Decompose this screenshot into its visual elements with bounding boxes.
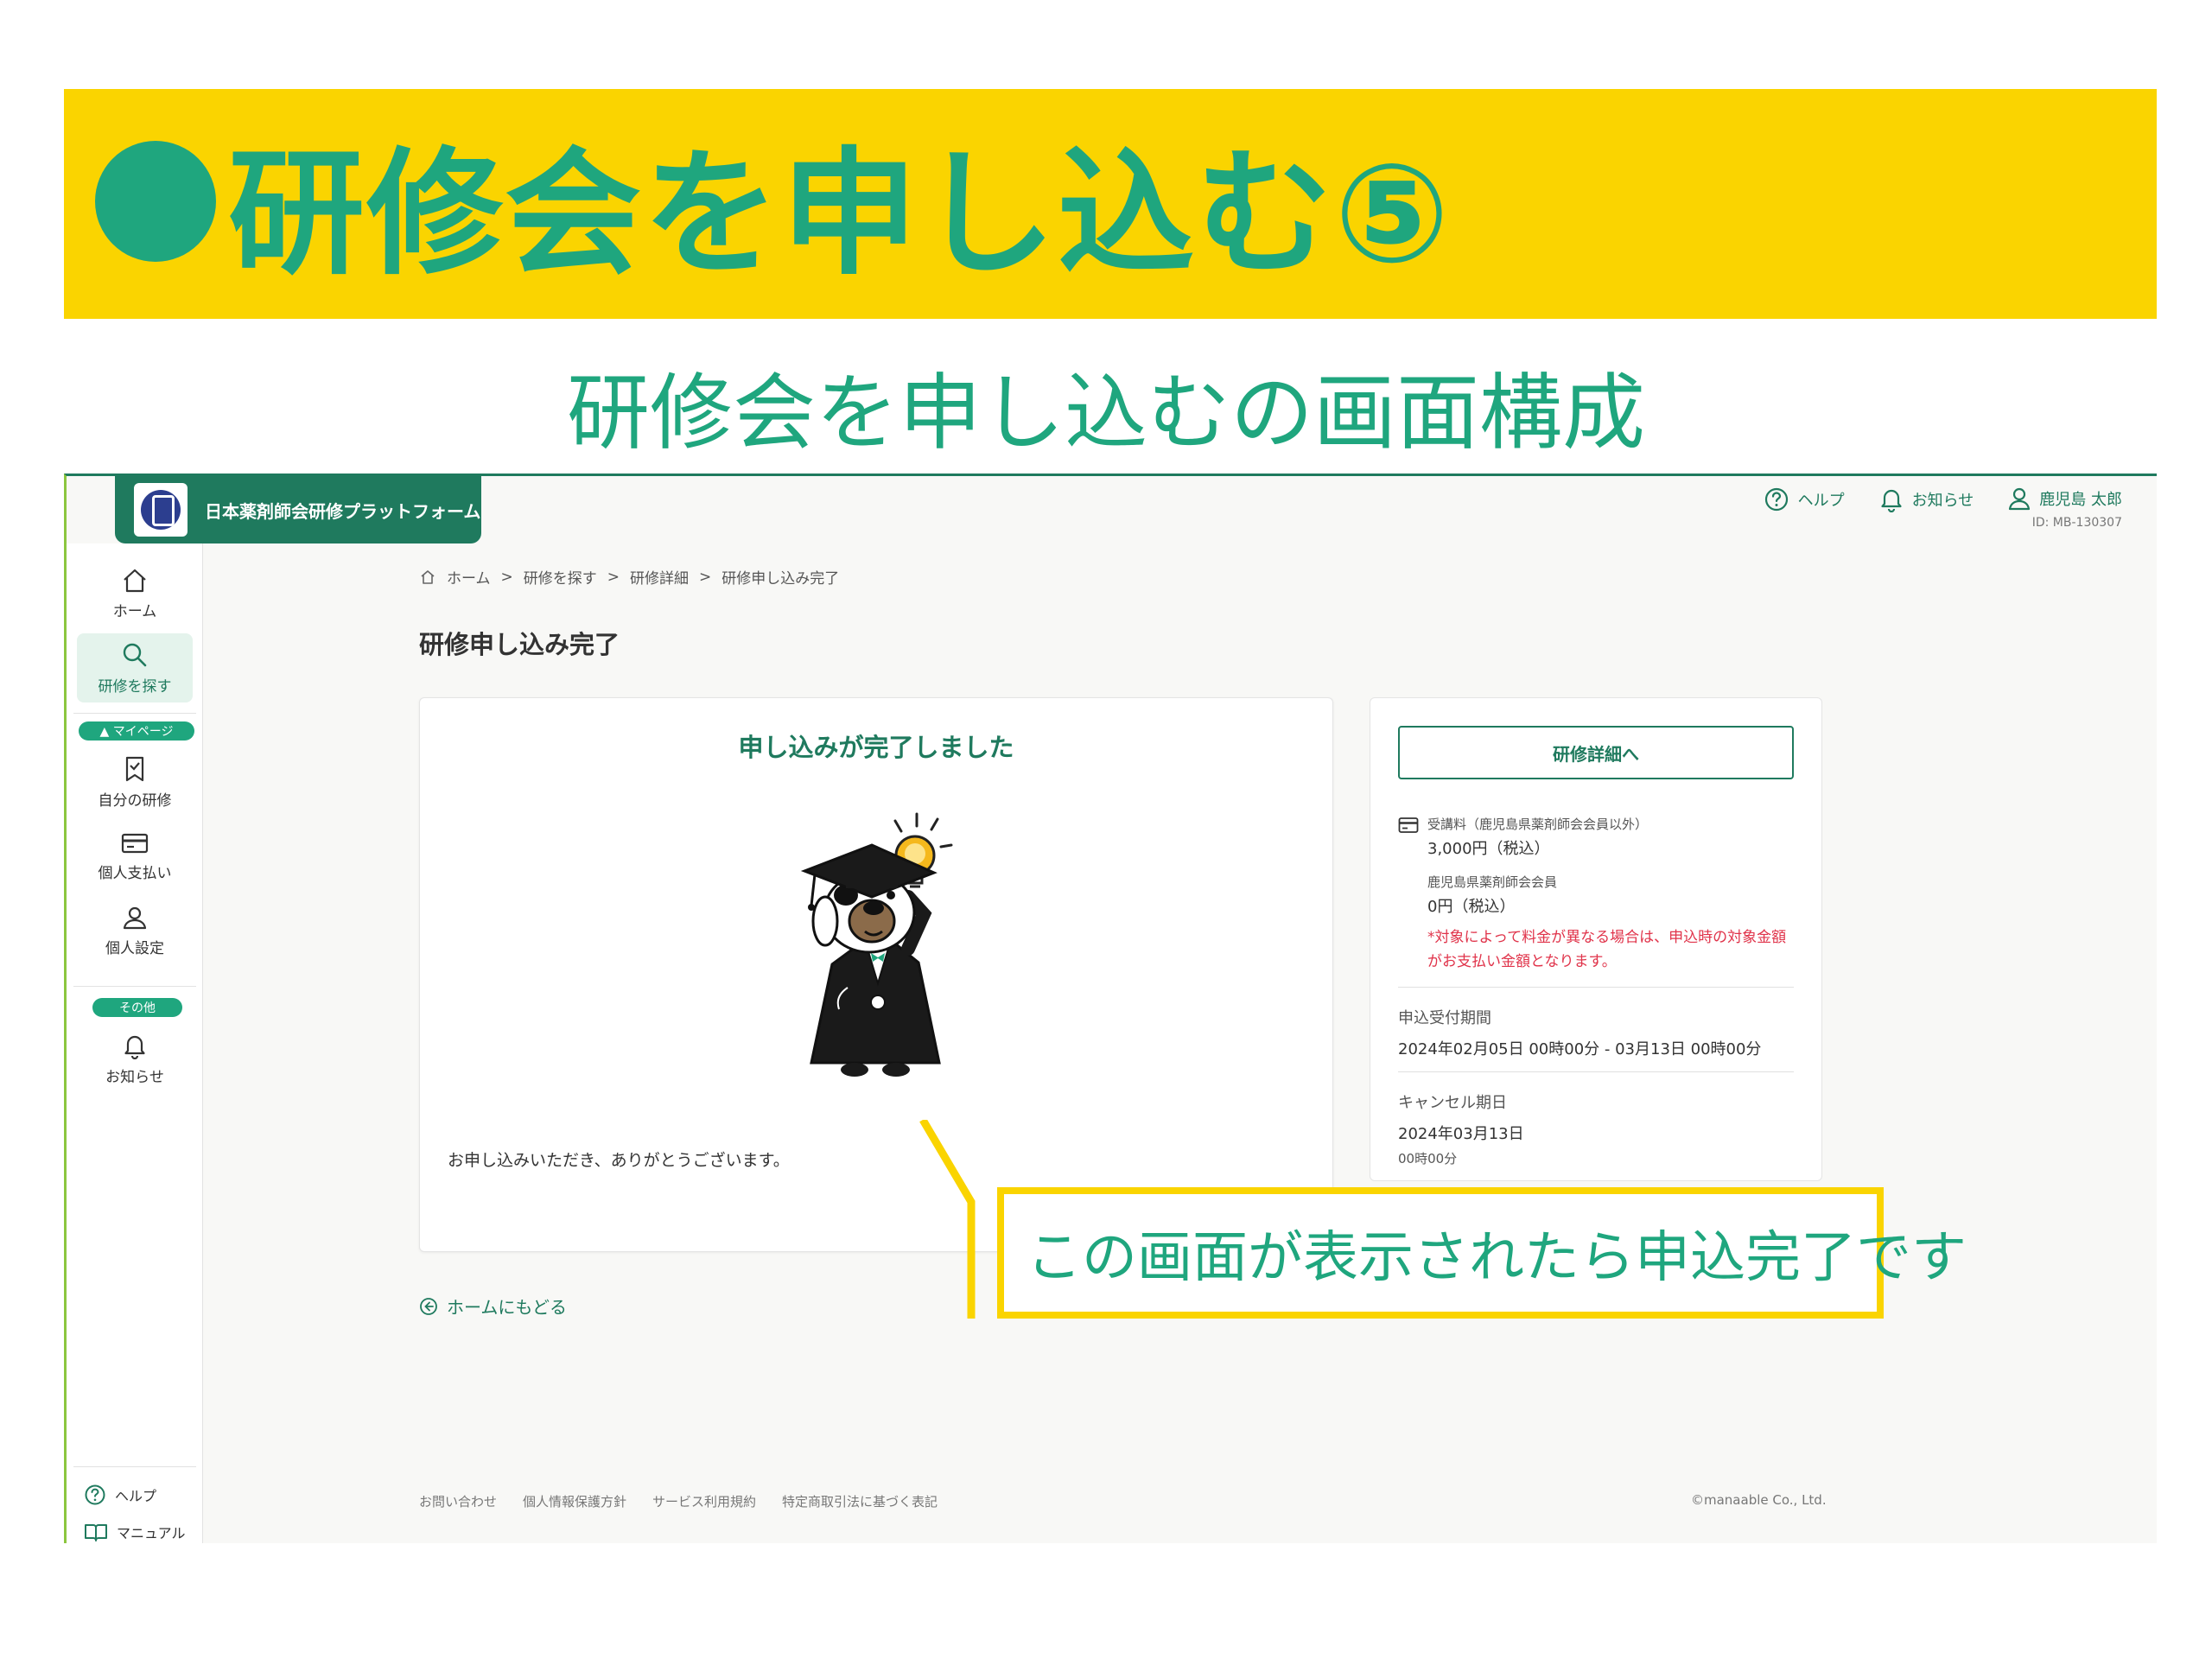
user-icon	[123, 906, 147, 929]
slide-title-text: 研修会を申し込む⑤	[228, 134, 1452, 294]
sidebar-manual-link[interactable]: マニュアル	[84, 1522, 186, 1542]
sidebar-help-link[interactable]: ヘルプ	[84, 1484, 156, 1506]
arrow-left-circle-icon	[420, 1297, 437, 1315]
slide-banner: 研修会を申し込む⑤	[64, 89, 2157, 319]
help-link[interactable]: ヘルプ	[1764, 486, 1845, 512]
sidebar-manual-label: マニュアル	[117, 1525, 186, 1541]
divider	[1398, 987, 1794, 988]
fee-label-member: 鹿児島県薬剤師会会員	[1427, 874, 1558, 890]
mypage-section-label[interactable]: ▲ マイページ	[79, 721, 194, 741]
back-home-label: ホームにもどる	[447, 1297, 567, 1318]
sidebar-item-label: 研修を探す	[98, 677, 172, 696]
footer-links: お問い合わせ 個人情報保護方針 サービス利用規約 特定商取引法に基づく表記	[419, 1492, 938, 1510]
sidebar-divider	[73, 713, 196, 714]
home-icon	[124, 569, 146, 592]
sidebar-item-label: ホーム	[112, 602, 157, 620]
user-id: ID: MB-130307	[2031, 516, 2122, 530]
user-menu[interactable]: 鹿児島 太郎 ID: MB-130307	[2008, 486, 2122, 530]
sidebar-item-home[interactable]: ホーム	[77, 559, 193, 628]
cancel-deadline-date: 2024年03月13日	[1398, 1125, 1524, 1143]
fee-info: 受講料（鹿児島県薬剤師会会員以外） 3,000円（税込） 鹿児島県薬剤師会会員 …	[1398, 815, 1794, 974]
bell-icon	[1881, 489, 1902, 512]
completion-card: 申し込みが完了しました お申し込みいただき、ありがとうございます。	[419, 697, 1333, 1252]
bullet-dot-icon	[95, 141, 216, 262]
home-icon	[421, 569, 435, 584]
training-detail-button[interactable]: 研修詳細へ	[1398, 726, 1794, 779]
thank-you-message: お申し込みいただき、ありがとうございます。	[448, 1151, 790, 1170]
search-icon	[123, 643, 147, 666]
sidebar-item-news[interactable]: お知らせ	[77, 1024, 193, 1093]
news-label: お知らせ	[1911, 492, 1974, 510]
sidebar: ホーム 研修を探す ▲ マイページ 自分の研修 個人支払い 個人設定 その他 お…	[67, 543, 203, 1543]
breadcrumb-separator: >	[699, 568, 712, 586]
cancel-deadline-time: 00時00分	[1398, 1151, 1458, 1166]
sidebar-item-label: 個人設定	[105, 939, 164, 957]
sidebar-item-my-training[interactable]: 自分の研修	[77, 747, 193, 817]
footer-link-contact[interactable]: お問い合わせ	[419, 1492, 497, 1510]
callout-text: この画面が表示されたら申込完了です	[1027, 1226, 1967, 1290]
breadcrumb-detail[interactable]: 研修詳細	[630, 566, 689, 588]
help-label: ヘルプ	[1797, 492, 1845, 510]
back-home-link[interactable]: ホームにもどる	[419, 1294, 567, 1319]
association-emblem-icon	[134, 483, 188, 537]
book-icon	[85, 1524, 107, 1541]
breadcrumb-separator: >	[500, 568, 513, 586]
platform-logo[interactable]: 日本薬剤師会研修プラットフォーム	[115, 476, 481, 543]
sidebar-item-label: 自分の研修	[98, 791, 172, 810]
copyright: ©manaable Co., Ltd.	[1691, 1492, 1827, 1508]
fee-label-non-member: 受講料（鹿児島県薬剤師会会員以外）	[1427, 817, 1649, 832]
completion-heading: 申し込みが完了しました	[738, 733, 1014, 762]
bookmark-check-icon	[125, 756, 144, 781]
user-name: 鹿児島 太郎	[2039, 491, 2122, 509]
help-icon	[85, 1484, 105, 1505]
callout-pointer-line	[919, 1120, 976, 1319]
user-icon	[2009, 487, 2031, 511]
credit-card-icon	[121, 833, 149, 853]
training-summary-card: 研修詳細へ 受講料（鹿児島県薬剤師会会員以外） 3,000円（税込） 鹿児島県薬…	[1370, 697, 1822, 1181]
sidebar-item-payment[interactable]: 個人支払い	[77, 822, 193, 891]
sidebar-item-label: 個人支払い	[98, 864, 172, 882]
callout-box: この画面が表示されたら申込完了です	[997, 1187, 1967, 1319]
sidebar-divider	[73, 1466, 196, 1467]
slide-title: 研修会を申し込む⑤	[95, 115, 1452, 294]
top-nav: ヘルプ お知らせ 鹿児島 太郎 ID: MB-130307	[1764, 486, 2122, 530]
fee-note: *対象によって料金が異なる場合は、申込時の対象金額がお支払い金額となります。	[1427, 929, 1787, 971]
breadcrumb-separator: >	[607, 568, 620, 586]
other-section-label: その他	[92, 998, 182, 1017]
fee-value-non-member: 3,000円（税込）	[1427, 840, 1550, 858]
application-period-label: 申込受付期間	[1398, 1009, 1491, 1027]
credit-card-icon	[1398, 817, 1419, 833]
bell-icon	[124, 1035, 145, 1059]
footer-link-terms[interactable]: サービス利用規約	[652, 1492, 756, 1510]
sidebar-help-label: ヘルプ	[115, 1488, 157, 1504]
page-title: 研修申し込み完了	[419, 630, 620, 659]
cancel-deadline-label: キャンセル期日	[1398, 1094, 1507, 1112]
footer-link-privacy[interactable]: 個人情報保護方針	[523, 1492, 626, 1510]
app-screenshot: 日本薬剤師会研修プラットフォーム ヘルプ お知らせ 鹿児島 太郎 ID: MB-…	[64, 474, 2157, 1543]
breadcrumb-search[interactable]: 研修を探す	[524, 566, 597, 588]
slide-subtitle: 研修会を申し込むの画面構成	[567, 365, 1645, 461]
application-period-value: 2024年02月05日 00時00分 - 03月13日 00時00分	[1398, 1040, 1762, 1058]
logo-text: 日本薬剤師会研修プラットフォーム	[205, 500, 481, 522]
footer-link-commerce[interactable]: 特定商取引法に基づく表記	[782, 1492, 938, 1510]
news-link[interactable]: お知らせ	[1879, 486, 1974, 512]
sidebar-item-search[interactable]: 研修を探す	[77, 633, 193, 702]
breadcrumb-current: 研修申し込み完了	[721, 570, 840, 588]
graduate-dog-mascot-icon	[800, 812, 953, 1077]
help-icon	[1764, 487, 1788, 512]
sidebar-divider	[73, 986, 196, 987]
breadcrumb-home[interactable]: ホーム	[447, 566, 491, 588]
sidebar-item-settings[interactable]: 個人設定	[77, 896, 193, 965]
breadcrumb: ホーム > 研修を探す > 研修詳細 > 研修申し込み完了	[419, 566, 839, 588]
divider	[1398, 1071, 1794, 1072]
sidebar-item-label: お知らせ	[105, 1068, 164, 1086]
fee-value-member: 0円（税込）	[1427, 898, 1516, 916]
